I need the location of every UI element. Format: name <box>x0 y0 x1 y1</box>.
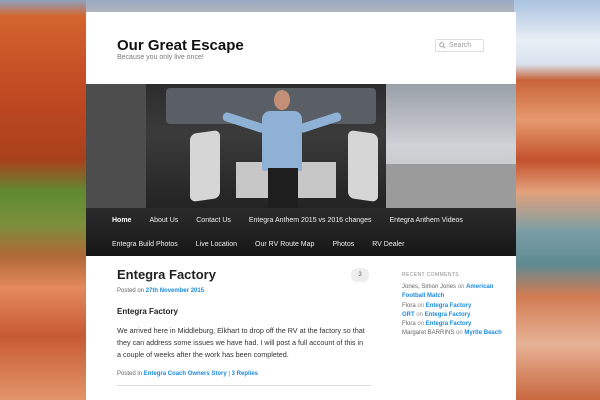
comment-post-link[interactable]: Entegra Factory <box>426 321 472 327</box>
comment-on: on <box>456 330 463 337</box>
main-navigation: Home About Us Contact Us Entegra Anthem … <box>86 208 516 256</box>
post-meta: Posted on 27th November 2015 <box>117 288 367 294</box>
comment-on: on <box>457 284 465 290</box>
nav-item-live-location[interactable]: Live Location <box>196 241 237 248</box>
header-image[interactable] <box>86 84 516 208</box>
page-container: Our Great Escape Because you only live o… <box>86 12 516 400</box>
comment-on: on <box>417 302 425 309</box>
footer-separator: | <box>228 371 230 377</box>
nav-item-about-us[interactable]: About Us <box>149 217 178 224</box>
header-image-rv-left <box>86 84 146 208</box>
nav-row-1: Home About Us Contact Us Entegra Anthem … <box>86 208 516 232</box>
nav-row-2: Entegra Build Photos Live Location Our R… <box>86 232 516 256</box>
search-placeholder: Search <box>449 42 472 49</box>
site-description: Because you only live once! <box>117 54 204 61</box>
header-image-headlight-right <box>348 129 378 203</box>
background-canyon-left <box>0 0 86 400</box>
post-replies-link[interactable]: 3 Replies <box>232 371 258 377</box>
post-date-link[interactable]: 27th November 2015 <box>146 288 204 294</box>
comment-on: on <box>416 311 424 318</box>
recent-comment-item: GRT on Entegra Factory <box>402 311 502 320</box>
main-content: 3 Entegra Factory Posted on 27th Novembe… <box>117 266 371 386</box>
recent-comment-item: Flora on Entegra Factory <box>402 302 502 311</box>
post-category-link[interactable]: Entegra Coach Owners Story <box>144 371 227 377</box>
nav-item-contact-us[interactable]: Contact Us <box>196 217 231 224</box>
sidebar: RECENT COMMENTS Jones, Simon Jones on Am… <box>402 272 502 339</box>
nav-item-home[interactable]: Home <box>112 217 131 224</box>
recent-comment-item: Margaret BARRINS on Myrtle Beach <box>402 329 502 338</box>
header-image-ground <box>386 164 516 208</box>
nav-item-entegra-anthem-changes[interactable]: Entegra Anthem 2015 vs 2016 changes <box>249 217 372 224</box>
comment-author: Flora <box>402 321 416 328</box>
comment-post-link[interactable]: Myrtle Beach <box>464 330 501 336</box>
nav-item-entegra-build-photos[interactable]: Entegra Build Photos <box>112 241 178 248</box>
recent-comment-item: Jones, Simon Jones on American Football … <box>402 283 502 302</box>
comment-author: Margaret BARRINS <box>402 330 455 337</box>
comment-count-bubble[interactable]: 3 <box>351 268 369 282</box>
nav-item-photos[interactable]: Photos <box>332 241 354 248</box>
recent-comments-title: RECENT COMMENTS <box>402 272 460 278</box>
search-input[interactable]: Search <box>435 39 484 52</box>
comment-post-link[interactable]: Entegra Factory <box>425 312 471 318</box>
comment-on: on <box>417 321 425 328</box>
site-title[interactable]: Our Great Escape <box>117 37 244 54</box>
header-image-person-head <box>274 90 290 110</box>
background-canyon-right <box>514 0 600 400</box>
post-body: We arrived here in Middleburg, Elkhart t… <box>117 326 365 359</box>
nav-item-entegra-anthem-videos[interactable]: Entegra Anthem Videos <box>389 217 462 224</box>
header-image-headlight-left <box>190 129 220 203</box>
header-image-person-body <box>262 111 302 171</box>
post-subtitle: Entegra Factory <box>117 307 178 316</box>
nav-item-rv-route-map[interactable]: Our RV Route Map <box>255 241 314 248</box>
post-title[interactable]: Entegra Factory <box>117 267 367 282</box>
posted-in-label: Posted in <box>117 371 143 377</box>
nav-item-rv-dealer[interactable]: RV Dealer <box>372 241 404 248</box>
recent-comment-item: Flora on Entegra Factory <box>402 320 502 329</box>
comment-post-link[interactable]: Entegra Factory <box>426 303 472 309</box>
posted-on-label: Posted on <box>117 288 145 294</box>
comment-author: Jones, Simon Jones <box>402 284 457 290</box>
post-footer: Posted in Entegra Coach Owners Story | 3… <box>117 371 367 377</box>
comment-author: Flora <box>402 302 416 309</box>
post-divider <box>117 385 371 386</box>
comment-author-link[interactable]: GRT <box>402 312 415 318</box>
search-icon <box>439 42 446 49</box>
header-image-person-legs <box>268 168 298 208</box>
